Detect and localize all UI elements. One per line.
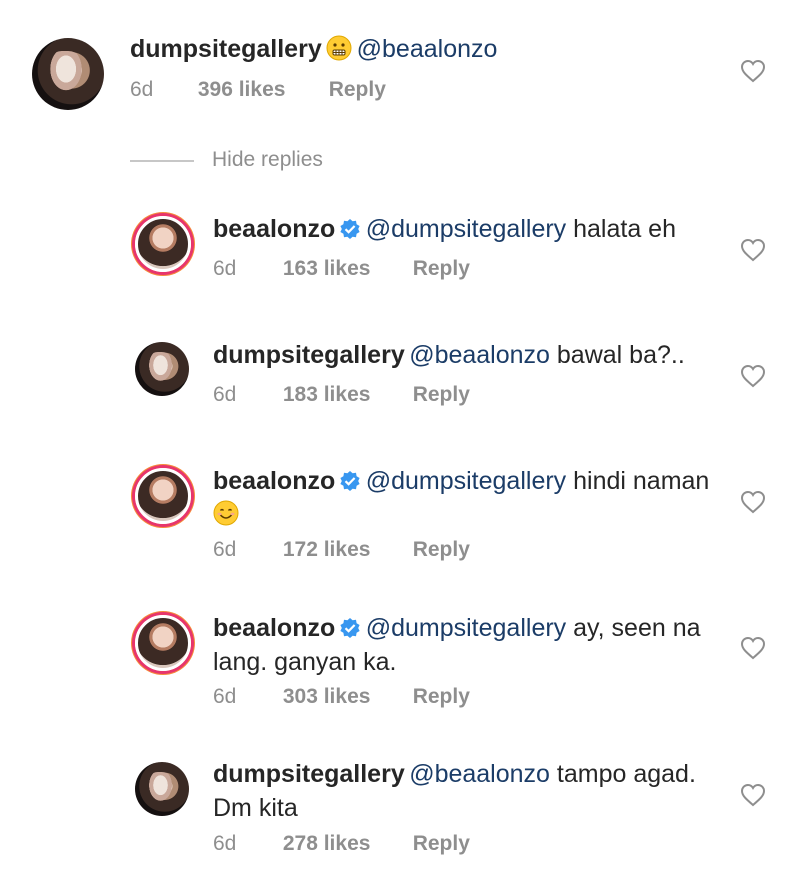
avatar[interactable]: [135, 216, 191, 272]
avatar[interactable]: [32, 38, 104, 110]
username[interactable]: beaalonzo: [213, 467, 335, 495]
username[interactable]: dumpsitegallery: [213, 341, 405, 369]
reply-button[interactable]: Reply: [413, 538, 470, 562]
heart-icon[interactable]: [740, 59, 766, 83]
likes-count[interactable]: 278 likes: [283, 832, 407, 856]
comment-body: beaalonzo @dumpsitegallery halata eh: [213, 214, 723, 248]
likes-count[interactable]: 163 likes: [283, 257, 407, 281]
reply-button[interactable]: Reply: [413, 257, 470, 281]
mention-link[interactable]: @dumpsitegallery: [366, 614, 566, 642]
reply-button[interactable]: Reply: [329, 78, 386, 102]
verified-badge-icon: [339, 218, 361, 240]
comment-meta: 6d 183 likes Reply: [213, 383, 470, 407]
heart-icon[interactable]: [740, 238, 766, 262]
grimacing-face-icon: [326, 35, 352, 61]
timestamp: 6d: [213, 383, 237, 406]
reply-button[interactable]: Reply: [413, 832, 470, 856]
comment-body: dumpsitegallery @beaalonzo tampo agad. D…: [213, 759, 723, 827]
hide-replies-label[interactable]: Hide replies: [212, 148, 323, 172]
avatar[interactable]: [135, 615, 191, 671]
smiling-face-icon: [213, 500, 239, 526]
heart-icon[interactable]: [740, 783, 766, 807]
comment-text: halata eh: [566, 215, 676, 243]
likes-count[interactable]: 172 likes: [283, 538, 407, 562]
verified-badge-icon: [339, 470, 361, 492]
likes-count[interactable]: 183 likes: [283, 383, 407, 407]
timestamp: 6d: [213, 685, 237, 708]
heart-icon[interactable]: [740, 490, 766, 514]
likes-count[interactable]: 303 likes: [283, 685, 407, 709]
username[interactable]: beaalonzo: [213, 614, 335, 642]
comment-meta: 6d 278 likes Reply: [213, 832, 470, 856]
comment-body: dumpsitegallery @beaalonzo bawal ba?..: [213, 340, 723, 374]
reply-button[interactable]: Reply: [413, 685, 470, 709]
reply-button[interactable]: Reply: [413, 383, 470, 407]
heart-icon[interactable]: [740, 364, 766, 388]
mention-link[interactable]: @dumpsitegallery: [366, 215, 566, 243]
heart-icon[interactable]: [740, 636, 766, 660]
username[interactable]: dumpsitegallery: [213, 760, 405, 788]
avatar[interactable]: [135, 342, 189, 396]
divider-line: [130, 160, 194, 162]
comment-meta: 6d 163 likes Reply: [213, 257, 470, 281]
timestamp: 6d: [213, 538, 237, 561]
comment-body: dumpsitegallery @beaalonzo: [130, 34, 710, 68]
timestamp: 6d: [213, 832, 237, 855]
comment-meta: 6d 172 likes Reply: [213, 538, 470, 562]
mention-link[interactable]: @beaalonzo: [357, 35, 498, 63]
comment-meta: 6d 396 likes Reply: [130, 78, 386, 102]
comment-body: beaalonzo @dumpsitegallery hindi naman: [213, 466, 723, 533]
comment-meta: 6d 303 likes Reply: [213, 685, 470, 709]
username[interactable]: dumpsitegallery: [130, 35, 322, 63]
mention-link[interactable]: @beaalonzo: [409, 760, 550, 788]
comment-body: beaalonzo @dumpsitegallery ay, seen na l…: [213, 613, 723, 681]
timestamp: 6d: [130, 78, 154, 101]
avatar[interactable]: [135, 468, 191, 524]
verified-badge-icon: [339, 617, 361, 639]
likes-count[interactable]: 396 likes: [198, 78, 323, 102]
username[interactable]: beaalonzo: [213, 215, 335, 243]
comment-text: bawal ba?..: [549, 341, 685, 369]
mention-link[interactable]: @dumpsitegallery: [366, 467, 566, 495]
mention-link[interactable]: @beaalonzo: [409, 341, 550, 369]
comment-text: hindi naman: [566, 467, 710, 495]
timestamp: 6d: [213, 257, 237, 280]
avatar[interactable]: [135, 762, 189, 816]
